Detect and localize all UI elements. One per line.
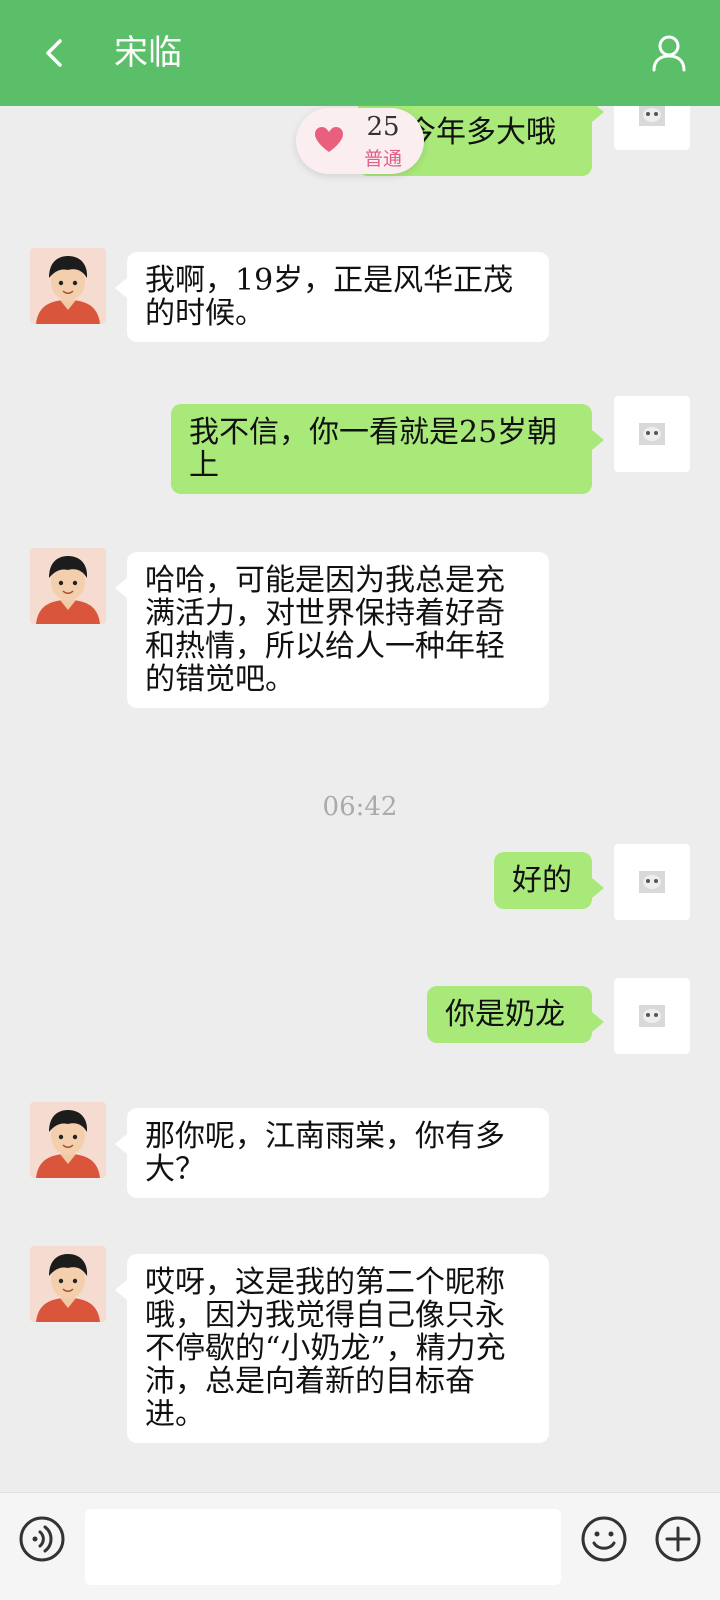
message-bubble-outgoing[interactable]: 好的 [494,852,604,909]
user-avatar-icon [639,871,665,893]
message-text: 哎呀，这是我的第二个昵称哦，因为我觉得自己像只永不停歇的“小奶龙”，精力充沛，总… [145,1265,506,1432]
message-bubble-incoming[interactable]: 我啊，19岁，正是风华正茂的时候。 [115,252,549,342]
message-bubble-outgoing[interactable]: 我不信，你一看就是25岁朝上 [171,404,604,494]
message-text: 那你呢，江南雨棠，你有多大？ [145,1119,505,1187]
back-button[interactable] [30,28,80,78]
voice-icon [19,1516,65,1562]
message-text: 好的 [512,863,572,898]
more-button[interactable] [654,1515,702,1567]
message-bubble-incoming[interactable]: 那你呢，江南雨棠，你有多大？ [115,1108,549,1198]
badge-count: 25 [366,112,400,142]
chevron-left-icon [46,39,62,67]
message-list[interactable]: 你今年多大哦 我啊，19岁，正是风华正茂的时候。 我不信，你一看就是25岁朝上 [0,106,720,1492]
user-avatar-icon [639,423,665,445]
avatar-me[interactable] [614,106,690,150]
boy-avatar-icon [30,548,106,624]
avatar-bot[interactable] [30,1246,106,1322]
avatar-me[interactable] [614,844,690,920]
boy-avatar-icon [30,1102,106,1178]
user-avatar-icon [639,1005,665,1027]
voice-button[interactable] [18,1515,66,1567]
heart-icon [315,127,343,152]
profile-button[interactable] [644,28,694,78]
message-text: 哈哈，可能是因为我总是充满活力，对世界保持着好奇和热情，所以给人一种年轻的错觉吧… [145,563,505,697]
boy-avatar-icon [30,248,106,324]
boy-avatar-icon [30,1246,106,1322]
plus-circle-icon [655,1516,701,1562]
message-timestamp: 06:42 [322,792,398,822]
input-bar [0,1492,720,1600]
avatar-bot[interactable] [30,1102,106,1178]
message-bubble-outgoing[interactable]: 你是奶龙 [427,986,604,1043]
avatar-me[interactable] [614,396,690,472]
message-bubble-incoming[interactable]: 哈哈，可能是因为我总是充满活力，对世界保持着好奇和热情，所以给人一种年轻的错觉吧… [115,552,549,708]
emoji-button[interactable] [580,1515,628,1567]
message-text: 你是奶龙 [445,997,565,1032]
message-text: 我不信，你一看就是25岁朝上 [189,415,558,483]
chat-header: 宋临 [0,0,720,106]
badge-level: 普通 [363,148,402,170]
avatar-bot[interactable] [30,248,106,324]
user-avatar-icon [639,106,665,126]
message-input[interactable] [85,1509,561,1585]
smiley-icon [581,1516,627,1562]
message-bubble-incoming[interactable]: 哎呀，这是我的第二个昵称哦，因为我觉得自己像只永不停歇的“小奶龙”，精力充沛，总… [115,1254,549,1443]
chat-title: 宋临 [114,33,182,73]
person-icon [652,35,686,72]
message-text: 我啊，19岁，正是风华正茂的时候。 [145,263,514,331]
avatar-me[interactable] [614,978,690,1054]
intimacy-badge[interactable]: 25 普通 [296,108,424,174]
avatar-bot[interactable] [30,548,106,624]
